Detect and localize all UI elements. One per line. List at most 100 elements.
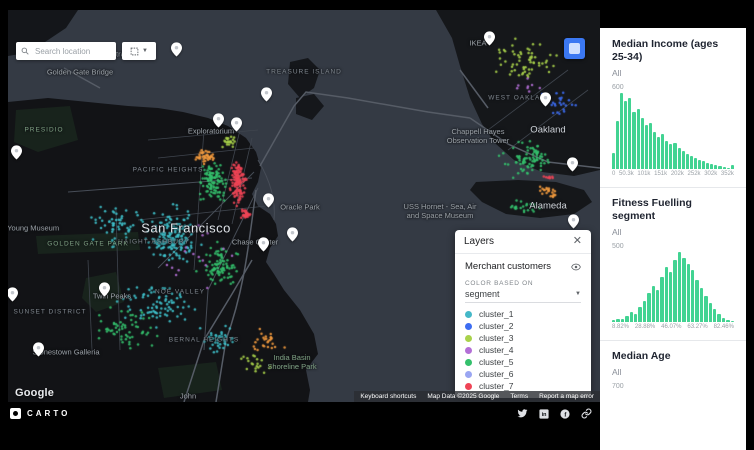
histogram-bar[interactable] (669, 144, 672, 169)
histogram-bar[interactable] (723, 167, 726, 169)
histogram-bar[interactable] (682, 258, 685, 322)
map-pin-marker[interactable] (287, 227, 298, 242)
widget-median-age: Median AgeAll700 (612, 350, 734, 428)
histogram-bar[interactable] (625, 316, 628, 322)
histogram-bar[interactable] (657, 137, 660, 169)
histogram-bar[interactable] (709, 303, 712, 322)
histogram-bar[interactable] (682, 151, 685, 169)
histogram-bar[interactable] (632, 112, 635, 169)
histogram-bar[interactable] (616, 121, 619, 169)
histogram-bar[interactable] (678, 252, 681, 322)
keyboard-shortcuts-link[interactable]: Keyboard shortcuts (360, 393, 416, 400)
map-pin-marker[interactable] (568, 214, 579, 229)
segment-select[interactable]: segment ▼ (465, 287, 581, 303)
x-tick-label: 28.88% (635, 324, 655, 330)
map-canvas[interactable]: Golden Gate BridgeAlcatraz IslandTREASUR… (8, 10, 600, 402)
histogram-plot[interactable] (612, 392, 734, 426)
histogram-bar[interactable] (718, 166, 721, 169)
histogram-bar[interactable] (702, 161, 705, 169)
histogram-plot[interactable] (612, 93, 734, 169)
histogram-bar[interactable] (694, 158, 697, 169)
map-pin-marker[interactable] (258, 237, 269, 252)
terms-link[interactable]: Terms (510, 393, 528, 400)
legend-color-dot (465, 359, 472, 366)
histogram-bar[interactable] (710, 164, 713, 169)
histogram-bar[interactable] (673, 260, 676, 322)
legend-label: cluster_7 (479, 381, 514, 391)
linkedin-icon[interactable]: in (539, 409, 549, 419)
x-tick-label: 82.46% (714, 324, 734, 330)
histogram-bar[interactable] (643, 301, 646, 322)
histogram-bar[interactable] (665, 267, 668, 322)
map-pin-marker[interactable] (540, 92, 551, 107)
map-pin-marker[interactable] (567, 157, 578, 172)
map-pin-marker[interactable] (11, 145, 22, 160)
basemap-toggle-button[interactable] (564, 38, 585, 59)
histogram-bar[interactable] (673, 143, 676, 169)
histogram-bar[interactable] (704, 296, 707, 322)
map-pin-marker[interactable] (231, 117, 242, 132)
histogram-bar[interactable] (717, 314, 720, 322)
histogram-bar[interactable] (698, 160, 701, 169)
map-pin-marker[interactable] (8, 287, 18, 302)
map-pin-marker[interactable] (263, 193, 274, 208)
footer-bar: CARTO in f (8, 402, 600, 450)
twitter-icon[interactable] (517, 409, 528, 418)
histogram-bar[interactable] (731, 321, 734, 322)
histogram-bar[interactable] (652, 286, 655, 322)
visibility-eye-icon[interactable] (571, 263, 581, 271)
histogram-bar[interactable] (665, 141, 668, 170)
histogram-bar[interactable] (695, 280, 698, 322)
histogram-bar[interactable] (690, 156, 693, 169)
histogram-bar[interactable] (686, 154, 689, 169)
histogram-bar[interactable] (612, 153, 615, 169)
histogram-bar[interactable] (612, 320, 615, 322)
histogram-bar[interactable] (726, 320, 729, 322)
search-input[interactable] (33, 46, 111, 57)
map-pin-marker[interactable] (99, 282, 110, 297)
histogram-bar[interactable] (660, 277, 663, 322)
facebook-icon[interactable]: f (560, 409, 570, 419)
histogram-bar[interactable] (731, 165, 734, 169)
histogram-bar[interactable] (616, 319, 619, 323)
histogram-bar[interactable] (700, 288, 703, 322)
y-axis-max-label: 500 (612, 243, 734, 250)
histogram-bar[interactable] (714, 165, 717, 169)
search-box[interactable] (16, 42, 116, 60)
map-pin-marker[interactable] (484, 31, 495, 46)
histogram-bar[interactable] (634, 314, 637, 322)
histogram-bar[interactable] (638, 307, 641, 322)
histogram-bar[interactable] (624, 101, 627, 169)
histogram-bar[interactable] (661, 134, 664, 169)
histogram-bar[interactable] (649, 123, 652, 169)
link-icon[interactable] (581, 408, 592, 419)
histogram-bar[interactable] (727, 168, 730, 169)
histogram-bar[interactable] (678, 148, 681, 169)
histogram-bar[interactable] (691, 270, 694, 322)
map-pin-marker[interactable] (33, 342, 44, 357)
histogram-bar[interactable] (645, 125, 648, 169)
histogram-bar[interactable] (647, 293, 650, 322)
draw-tool-button[interactable]: ▼ (122, 42, 156, 60)
legend-color-dot (465, 347, 472, 354)
histogram-plot[interactable] (612, 252, 734, 322)
report-error-link[interactable]: Report a map error (539, 393, 594, 400)
histogram-bar[interactable] (722, 318, 725, 322)
histogram-bar[interactable] (620, 93, 623, 169)
histogram-bar[interactable] (706, 163, 709, 169)
histogram-bar[interactable] (621, 319, 624, 322)
histogram-bar[interactable] (713, 309, 716, 322)
histogram-bar[interactable] (656, 290, 659, 322)
histogram-bar[interactable] (630, 312, 633, 322)
map-pin-marker[interactable] (213, 113, 224, 128)
legend-color-dot (465, 311, 472, 318)
map-pin-marker[interactable] (261, 87, 272, 102)
histogram-bar[interactable] (641, 118, 644, 169)
histogram-bar[interactable] (687, 264, 690, 322)
histogram-bar[interactable] (637, 109, 640, 169)
map-pin-marker[interactable] (171, 42, 182, 57)
histogram-bar[interactable] (669, 272, 672, 322)
histogram-bar[interactable] (653, 132, 656, 169)
close-icon[interactable]: ✕ (573, 236, 582, 247)
histogram-bar[interactable] (628, 98, 631, 169)
